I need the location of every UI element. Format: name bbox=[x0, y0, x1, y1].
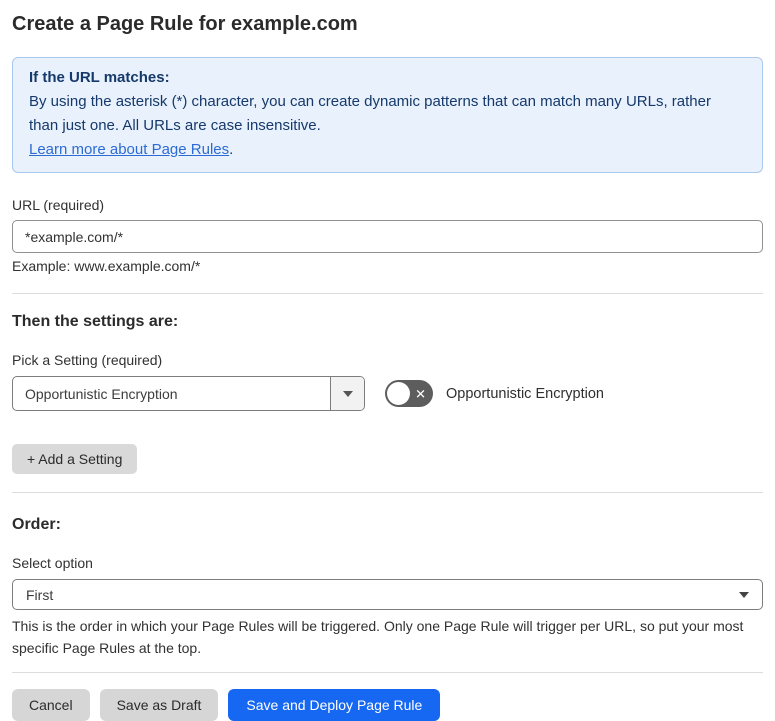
create-page-rule-form: Create a Page Rule for example.com If th… bbox=[0, 0, 775, 721]
divider bbox=[12, 672, 763, 673]
setting-row: Opportunistic Encryption ✕ Opportunistic… bbox=[12, 376, 763, 411]
order-section-heading: Order: bbox=[12, 516, 61, 533]
learn-more-link[interactable]: Learn more about Page Rules bbox=[29, 141, 229, 158]
order-select-value: First bbox=[26, 586, 54, 603]
url-field-helper: Example: www.example.com/* bbox=[12, 258, 201, 274]
url-input[interactable] bbox=[12, 220, 763, 253]
settings-section-heading: Then the settings are: bbox=[12, 313, 179, 330]
opportunistic-encryption-toggle[interactable]: ✕ bbox=[385, 380, 433, 407]
setting-dropdown[interactable]: Opportunistic Encryption bbox=[12, 376, 365, 411]
save-and-deploy-button[interactable]: Save and Deploy Page Rule bbox=[228, 689, 441, 721]
divider bbox=[12, 492, 763, 493]
info-box-link-line: Learn more about Page Rules. bbox=[29, 138, 746, 162]
footer-actions: Cancel Save as Draft Save and Deploy Pag… bbox=[12, 689, 763, 721]
divider bbox=[12, 293, 763, 294]
setting-dropdown-value: Opportunistic Encryption bbox=[25, 385, 178, 402]
toggle-off-x-icon: ✕ bbox=[415, 386, 426, 401]
add-setting-button[interactable]: + Add a Setting bbox=[12, 444, 138, 474]
page-title: Create a Page Rule for example.com bbox=[12, 13, 358, 35]
url-field-label: URL (required) bbox=[12, 197, 105, 213]
order-select[interactable]: First bbox=[12, 579, 763, 610]
info-box-body: By using the asterisk (*) character, you… bbox=[29, 93, 711, 134]
info-box-heading: If the URL matches: bbox=[29, 69, 170, 86]
link-suffix: . bbox=[229, 141, 234, 158]
toggle-knob bbox=[387, 382, 410, 405]
chevron-down-icon bbox=[342, 390, 353, 397]
save-as-draft-button[interactable]: Save as Draft bbox=[99, 689, 219, 721]
cancel-button[interactable]: Cancel bbox=[12, 689, 90, 721]
toggle-label: Opportunistic Encryption bbox=[446, 385, 604, 402]
order-select-label: Select option bbox=[12, 555, 93, 571]
chevron-down-icon bbox=[739, 591, 749, 598]
order-helper-text: This is the order in which your Page Rul… bbox=[12, 618, 744, 656]
setting-dropdown-arrow-button[interactable] bbox=[330, 377, 364, 410]
pick-setting-label: Pick a Setting (required) bbox=[12, 352, 163, 368]
url-matches-info-box: If the URL matches: By using the asteris… bbox=[12, 57, 763, 173]
